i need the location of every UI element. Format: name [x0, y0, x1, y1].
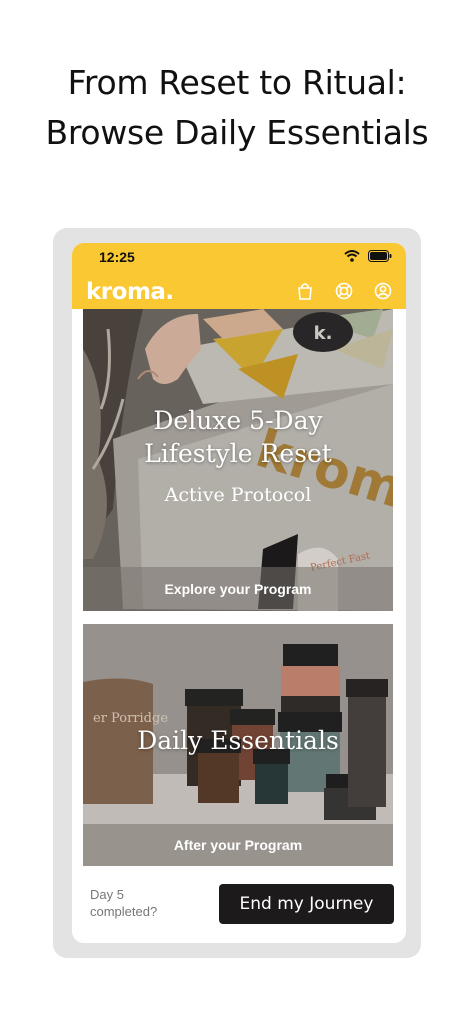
shopping-bag-icon[interactable] [296, 282, 314, 300]
headline-line-1: From Reset to Ritual: [67, 63, 407, 102]
day-completion-prompt: Day 5 completed? [90, 886, 157, 920]
header-actions [296, 282, 392, 300]
wifi-icon [344, 250, 360, 262]
completion-question: completed? [90, 904, 158, 919]
status-time: 12:25 [99, 249, 135, 265]
status-icons [344, 250, 392, 262]
profile-icon[interactable] [374, 282, 392, 300]
device-frame: 12:25 kroma. Deluxe 5-Day Lifestyle Rese… [53, 228, 421, 958]
explore-program-link[interactable]: Explore your Program [83, 567, 393, 611]
daily-essentials-card[interactable]: er Porridge Daily Essentials After your … [83, 624, 393, 866]
program-title-line-1: Deluxe 5-Day [153, 406, 323, 435]
essentials-title: Daily Essentials [137, 726, 339, 755]
day-count: Day 5 [90, 887, 124, 902]
kroma-logo[interactable]: kroma. [86, 279, 174, 305]
program-title-line-2: Lifestyle Reset [144, 439, 332, 468]
headline-line-2: Browse Daily Essentials [45, 113, 429, 152]
program-status: Active Protocol [164, 484, 312, 506]
program-card[interactable]: k. kroma. Perfect Fast Deluxe 5-Day Life… [83, 309, 393, 611]
phone-screen: 12:25 kroma. Deluxe 5-Day Lifestyle Rese… [72, 243, 406, 943]
battery-icon [368, 250, 392, 262]
app-header: 12:25 kroma. [72, 243, 406, 309]
journey-footer: Day 5 completed? End my Journey [72, 866, 406, 943]
program-title: Deluxe 5-Day Lifestyle Reset [83, 404, 393, 470]
end-journey-button[interactable]: End my Journey [219, 884, 394, 924]
after-program-link[interactable]: After your Program [83, 824, 393, 866]
promo-headline: From Reset to Ritual: Browse Daily Essen… [0, 58, 474, 158]
support-lifebuoy-icon[interactable] [335, 282, 353, 300]
